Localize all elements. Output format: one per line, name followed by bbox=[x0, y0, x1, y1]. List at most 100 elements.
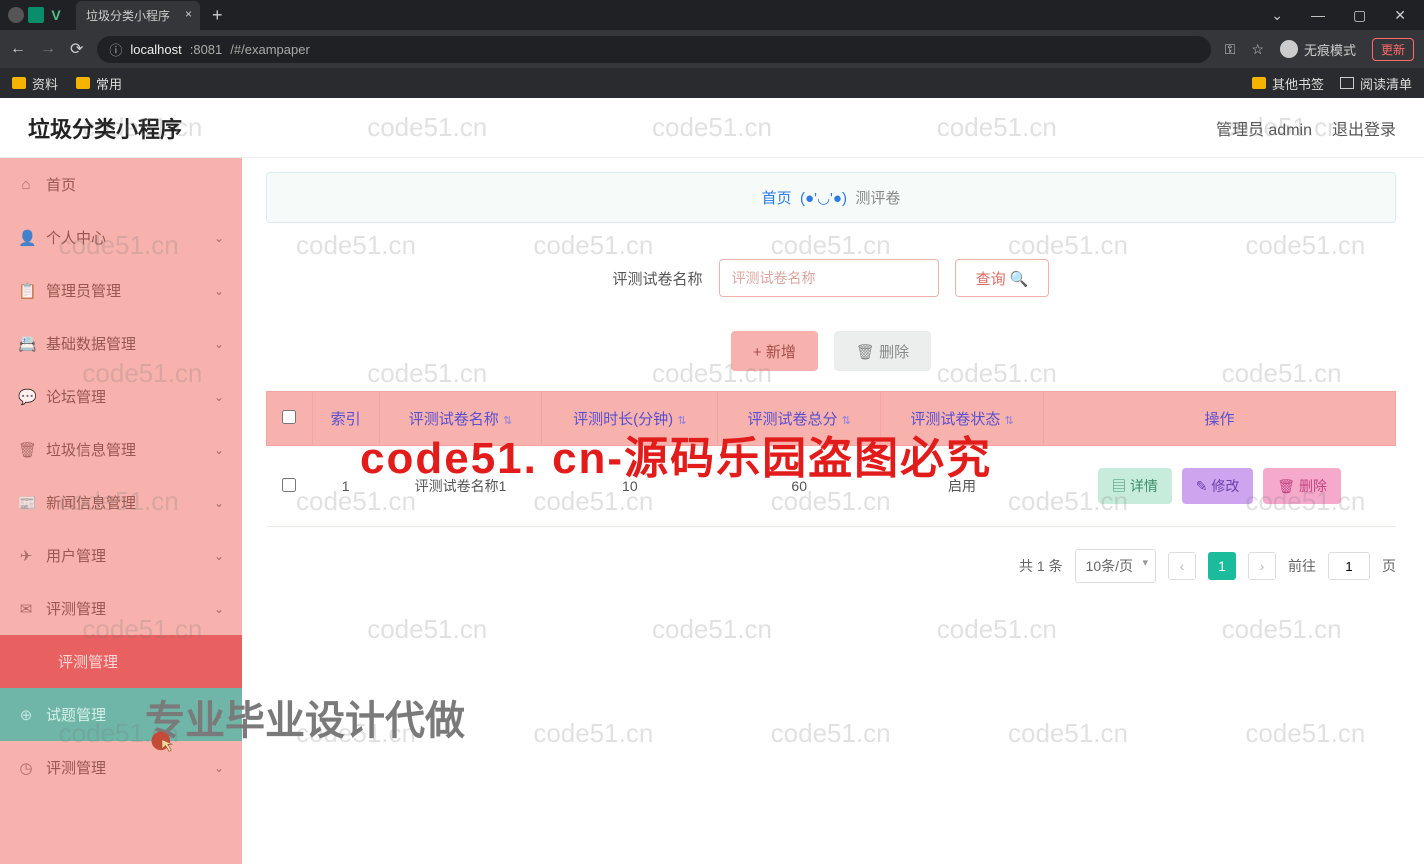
bookmark-label: 资料 bbox=[32, 74, 58, 93]
browser-tab[interactable]: 垃圾分类小程序 × bbox=[76, 1, 200, 30]
sidebar-item-news[interactable]: 📰新闻信息管理⌄ bbox=[0, 476, 242, 529]
search-btn-label: 查询 bbox=[976, 271, 1006, 288]
app-title: 垃圾分类小程序 bbox=[28, 112, 182, 144]
sidebar-item-exam2[interactable]: ◷评测管理⌄ bbox=[0, 741, 242, 794]
th-status[interactable]: 评测试卷状态 ⇅ bbox=[881, 392, 1044, 446]
app-root: 垃圾分类小程序 管理员 admin 退出登录 ⌂首页 👤个人中心⌄ 📋管理员管理… bbox=[0, 98, 1424, 864]
browser-navbar: ← → ⟳ ⓘ localhost:8081/#/exampaper ⚿ ☆ 无… bbox=[0, 30, 1424, 68]
search-icon: 🔍 bbox=[1010, 271, 1029, 288]
chevron-down-icon: ⌄ bbox=[214, 761, 224, 775]
crumb-home[interactable]: 首页 bbox=[762, 190, 792, 207]
sidebar-sub-exammgr[interactable]: 评测管理 bbox=[0, 635, 242, 688]
reading-list[interactable]: 阅读清单 bbox=[1340, 74, 1412, 93]
bookmark-folder-2[interactable]: 常用 bbox=[76, 74, 122, 93]
url-host: localhost bbox=[130, 42, 181, 57]
sidebar-item-basedata[interactable]: 📇基础数据管理⌄ bbox=[0, 317, 242, 370]
cell-score: 60 bbox=[718, 446, 881, 527]
sidebar-item-forum[interactable]: 💬论坛管理⌄ bbox=[0, 370, 242, 423]
next-page-button[interactable]: › bbox=[1248, 552, 1276, 580]
sidebar-item-profile[interactable]: 👤 个人中心 ⌄ bbox=[0, 211, 242, 264]
chevron-down-icon: ⌄ bbox=[214, 231, 224, 245]
window-controls: ⌄ — ▢ ✕ bbox=[1253, 7, 1424, 24]
user-icon: 👤 bbox=[18, 229, 34, 247]
select-all-checkbox[interactable] bbox=[282, 410, 296, 424]
bookmark-label: 其他书签 bbox=[1272, 74, 1324, 93]
window-close-button[interactable]: ✕ bbox=[1394, 7, 1406, 24]
table-row: 1 评测试卷名称1 10 60 启用 ▤ 详情 ✎ 修改 🗑 删除 bbox=[267, 446, 1396, 527]
sort-icon: ⇅ bbox=[1005, 415, 1014, 427]
dropdown-icon[interactable]: ⌄ bbox=[1271, 7, 1283, 24]
th-name[interactable]: 评测试卷名称 ⇅ bbox=[379, 392, 542, 446]
clock-icon: ◷ bbox=[18, 759, 34, 777]
trash-icon: 🗑 bbox=[1277, 478, 1295, 494]
prev-page-button[interactable]: ‹ bbox=[1168, 552, 1196, 580]
mail-icon: ✉ bbox=[18, 600, 34, 618]
forward-button[interactable]: → bbox=[40, 40, 56, 58]
bookmark-folder-1[interactable]: 资料 bbox=[12, 74, 58, 93]
delete-button[interactable]: 🗑 删除 bbox=[834, 331, 931, 371]
sidebar-item-home[interactable]: ⌂首页 bbox=[0, 158, 242, 211]
sidebar-item-admin[interactable]: 📋管理员管理⌄ bbox=[0, 264, 242, 317]
page-unit: 页 bbox=[1382, 556, 1396, 576]
admin-label[interactable]: 管理员 admin bbox=[1216, 116, 1312, 140]
url-bar[interactable]: ⓘ localhost:8081/#/exampaper bbox=[97, 36, 1210, 63]
row-checkbox[interactable] bbox=[282, 478, 296, 492]
sidebar-item-trash[interactable]: 🗑垃圾信息管理⌄ bbox=[0, 423, 242, 476]
sidebar: ⌂首页 👤 个人中心 ⌄ 📋 管理员管理 ⌄ 📇基础数据管理⌄ 💬论坛管理⌄ 🗑垃圾信息… bbox=[0, 158, 242, 864]
chevron-down-icon: ⌄ bbox=[214, 496, 224, 510]
trash-icon: 🗑 bbox=[856, 344, 875, 361]
new-tab-button[interactable]: + bbox=[212, 5, 223, 26]
favicon-vue-icon: V bbox=[48, 7, 64, 23]
add-button[interactable]: + 新增 bbox=[731, 331, 818, 371]
sidebar-sub-question[interactable]: ⊕试题管理⌄ bbox=[0, 688, 242, 741]
th-duration[interactable]: 评测时长(分钟) ⇅ bbox=[542, 392, 718, 446]
search-row: 评测试卷名称 查询 🔍 bbox=[266, 259, 1396, 297]
tab-close-icon[interactable]: × bbox=[185, 7, 192, 21]
sidebar-item-label: 个人中心 bbox=[46, 227, 106, 248]
url-port: :8081 bbox=[190, 42, 223, 57]
folder-icon bbox=[12, 77, 26, 89]
back-button[interactable]: ← bbox=[10, 40, 26, 58]
clipboard-icon: 📋 bbox=[18, 282, 34, 300]
card-icon: 📇 bbox=[18, 335, 34, 353]
th-score[interactable]: 评测试卷总分 ⇅ bbox=[718, 392, 881, 446]
sidebar-item-users[interactable]: ✈用户管理⌄ bbox=[0, 529, 242, 582]
star-icon[interactable]: ☆ bbox=[1251, 41, 1264, 58]
minimize-button[interactable]: — bbox=[1311, 7, 1325, 24]
row-delete-button[interactable]: 🗑 删除 bbox=[1263, 468, 1341, 504]
chevron-down-icon: ⌄ bbox=[214, 337, 224, 351]
page-number-current[interactable]: 1 bbox=[1208, 552, 1236, 580]
maximize-button[interactable]: ▢ bbox=[1353, 7, 1366, 24]
browser-titlebar: V 垃圾分类小程序 × + ⌄ — ▢ ✕ bbox=[0, 0, 1424, 30]
folder-icon bbox=[1252, 77, 1266, 89]
detail-button[interactable]: ▤ 详情 bbox=[1098, 468, 1172, 504]
sidebar-item-exam[interactable]: ✉评测管理⌄ bbox=[0, 582, 242, 635]
sidebar-sub-label: 试题管理 bbox=[46, 704, 106, 725]
bookmark-other[interactable]: 其他书签 bbox=[1252, 74, 1324, 93]
page-size-select[interactable]: 10条/页 bbox=[1075, 549, 1156, 583]
reload-button[interactable]: ⟳ bbox=[70, 39, 83, 59]
sidebar-item-label: 评测管理 bbox=[46, 598, 106, 619]
pagination: 共 1 条 10条/页 ‹ 1 › 前往 页 bbox=[266, 549, 1396, 583]
edit-button[interactable]: ✎ 修改 bbox=[1182, 468, 1254, 504]
search-button[interactable]: 查询 🔍 bbox=[955, 259, 1050, 297]
home-icon: ⌂ bbox=[18, 176, 34, 193]
info-icon: ⓘ bbox=[109, 40, 122, 59]
doc-icon: ▤ bbox=[1112, 478, 1126, 494]
news-icon: 📰 bbox=[18, 494, 34, 512]
circle-plus-icon: ⊕ bbox=[18, 706, 34, 724]
sidebar-item-label: 管理员管理 bbox=[46, 280, 121, 301]
main-content: 首页 (●'◡'●) 测评卷 评测试卷名称 查询 🔍 + 新增 🗑 删除 索引 bbox=[242, 158, 1424, 864]
search-input[interactable] bbox=[719, 259, 939, 297]
sidebar-item-label: 论坛管理 bbox=[46, 386, 106, 407]
cell-status: 启用 bbox=[881, 446, 1044, 527]
app-header: 垃圾分类小程序 管理员 admin 退出登录 bbox=[0, 98, 1424, 158]
chevron-down-icon: ⌄ bbox=[214, 443, 224, 457]
logout-link[interactable]: 退出登录 bbox=[1332, 116, 1396, 140]
sort-icon: ⇅ bbox=[842, 415, 851, 427]
th-checkbox bbox=[267, 392, 313, 446]
update-button[interactable]: 更新 bbox=[1372, 38, 1414, 61]
key-icon[interactable]: ⚿ bbox=[1225, 41, 1236, 58]
th-actions: 操作 bbox=[1043, 392, 1395, 446]
goto-input[interactable] bbox=[1328, 552, 1370, 580]
